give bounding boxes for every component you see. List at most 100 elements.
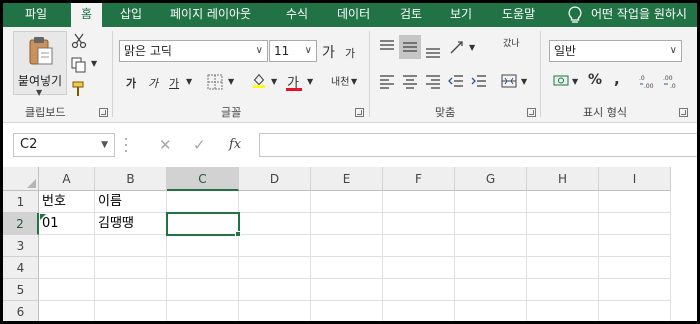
cell-c6[interactable] (167, 301, 239, 321)
tell-me-search[interactable]: 어떤 작업을 원하시 (591, 3, 687, 27)
font-name-combo[interactable]: 맑은 고딕 ∨ (119, 40, 268, 62)
cell-b2[interactable]: 김땡땡 (95, 213, 167, 235)
font-launcher-icon[interactable] (355, 108, 364, 117)
orientation-dropdown-arrow[interactable]: ▼ (469, 43, 475, 52)
decrease-font-size-button[interactable]: 가 (345, 45, 355, 61)
decrease-decimal-icon[interactable]: .00.0 (663, 73, 679, 89)
underline-button[interactable]: 가 (169, 75, 179, 91)
cell-e4[interactable] (311, 257, 383, 279)
cell-e2[interactable] (311, 213, 383, 235)
decrease-indent-icon[interactable] (448, 73, 464, 89)
row-header[interactable]: 6 (3, 301, 39, 321)
accounting-dropdown-arrow[interactable]: ▼ (572, 77, 578, 86)
column-header[interactable]: C (167, 167, 239, 191)
number-format-combo[interactable]: 일반 ∨ (549, 40, 682, 62)
phonetic-dropdown-arrow[interactable]: ▼ (351, 77, 357, 86)
cell-d5[interactable] (239, 279, 311, 301)
wrap-text-button[interactable]: 갔나 (503, 39, 520, 49)
row-header[interactable]: 3 (3, 235, 39, 257)
cell-b4[interactable] (95, 257, 167, 279)
increase-decimal-icon[interactable]: .0.00 (639, 73, 655, 89)
cell-b5[interactable] (95, 279, 167, 301)
cut-icon[interactable] (71, 33, 87, 49)
increase-indent-icon[interactable] (471, 73, 487, 89)
alignment-launcher-icon[interactable] (527, 108, 536, 117)
tab-formulas[interactable]: 수식 (286, 3, 308, 27)
cell-b6[interactable] (95, 301, 167, 321)
row-header[interactable]: 2 (3, 213, 39, 235)
formula-input[interactable] (259, 133, 697, 157)
underline-dropdown-arrow[interactable]: ▼ (186, 77, 192, 86)
tab-data[interactable]: 데이터 (337, 3, 370, 27)
cell-h4[interactable] (527, 257, 599, 279)
cell-a4[interactable] (39, 257, 95, 279)
paste-dropdown-arrow[interactable]: ▼ (36, 88, 42, 97)
tab-page-layout[interactable]: 페이지 레이아웃 (170, 3, 251, 27)
paste-button[interactable]: 붙여넣기 ▼ (13, 31, 67, 97)
cell-c5[interactable] (167, 279, 239, 301)
cell-h1[interactable] (527, 191, 599, 213)
column-header[interactable]: I (599, 167, 671, 191)
name-box[interactable]: C2 ▼ (13, 133, 115, 157)
cell-g1[interactable] (455, 191, 527, 213)
cell-e3[interactable] (311, 235, 383, 257)
column-header[interactable]: F (383, 167, 455, 191)
column-header[interactable]: A (39, 167, 95, 191)
cell-d2[interactable] (239, 213, 311, 235)
cell-d4[interactable] (239, 257, 311, 279)
cell-h2[interactable] (527, 213, 599, 235)
cell-c1[interactable] (167, 191, 239, 213)
row-header[interactable]: 4 (3, 257, 39, 279)
cell-f2[interactable] (383, 213, 455, 235)
cell-g3[interactable] (455, 235, 527, 257)
copy-dropdown-arrow[interactable]: ▼ (91, 59, 97, 68)
font-size-combo[interactable]: 11 ∨ (269, 40, 317, 62)
cancel-entry-button[interactable]: ✕ (159, 133, 172, 157)
cell-i6[interactable] (599, 301, 671, 321)
cell-b1[interactable]: 이름 (95, 191, 167, 213)
phonetic-guide-button[interactable]: 내천 (331, 73, 349, 88)
cell-b3[interactable] (95, 235, 167, 257)
cell-a5[interactable] (39, 279, 95, 301)
select-all-button[interactable] (3, 167, 39, 191)
cell-i3[interactable] (599, 235, 671, 257)
cell-g2[interactable] (455, 213, 527, 235)
cell-g6[interactable] (455, 301, 527, 321)
font-color-dropdown-arrow[interactable]: ▼ (307, 77, 313, 86)
cell-a3[interactable] (39, 235, 95, 257)
row-header[interactable]: 1 (3, 191, 39, 213)
cell-e1[interactable] (311, 191, 383, 213)
cell-a1[interactable]: 번호 (39, 191, 95, 213)
tab-file[interactable]: 파일 (25, 3, 47, 27)
confirm-entry-button[interactable]: ✓ (193, 133, 206, 157)
accounting-format-icon[interactable] (553, 73, 569, 89)
fill-color-icon[interactable] (251, 72, 267, 88)
increase-font-size-button[interactable]: 가 (322, 42, 335, 62)
cell-a6[interactable] (39, 301, 95, 321)
cell-g4[interactable] (455, 257, 527, 279)
cell-d1[interactable] (239, 191, 311, 213)
error-indicator-icon[interactable] (40, 214, 46, 220)
percent-style-button[interactable]: % (588, 72, 602, 88)
row-header[interactable]: 5 (3, 279, 39, 301)
comma-style-button[interactable]: , (614, 70, 620, 88)
cell-c2[interactable] (166, 212, 240, 236)
cell-c4[interactable] (167, 257, 239, 279)
borders-dropdown-arrow[interactable]: ▼ (228, 77, 234, 86)
resize-handle-icon[interactable] (124, 136, 128, 154)
cell-a2[interactable]: 01 (39, 213, 95, 235)
align-center-icon[interactable] (402, 73, 418, 89)
column-header[interactable]: E (311, 167, 383, 191)
cell-c3[interactable] (167, 235, 239, 257)
number-launcher-icon[interactable] (679, 108, 688, 117)
cell-e6[interactable] (311, 301, 383, 321)
align-middle-button[interactable] (399, 35, 421, 59)
cell-f4[interactable] (383, 257, 455, 279)
align-right-icon[interactable] (425, 73, 441, 89)
bold-button[interactable]: 가 (126, 75, 136, 91)
merge-center-icon[interactable] (501, 73, 517, 89)
lightbulb-icon[interactable] (566, 5, 584, 25)
cell-f1[interactable] (383, 191, 455, 213)
copy-icon[interactable] (71, 57, 87, 73)
cell-i4[interactable] (599, 257, 671, 279)
